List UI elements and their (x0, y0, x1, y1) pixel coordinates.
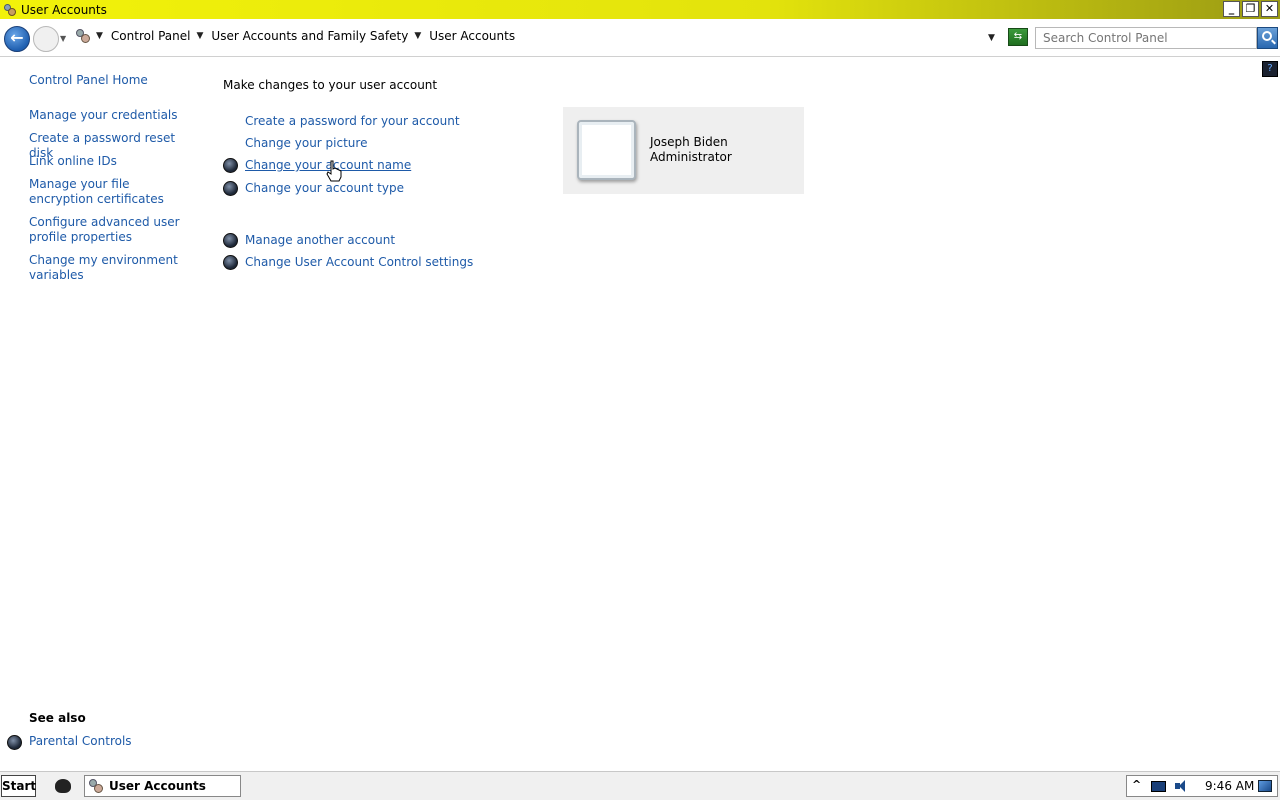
help-icon[interactable]: ? (1262, 61, 1278, 77)
user-accounts-icon (3, 3, 17, 17)
breadcrumb-user-accounts-family-safety[interactable]: User Accounts and Family Safety (211, 29, 408, 43)
title-bar: User Accounts _ ❐ ✕ (0, 0, 1280, 19)
system-tray: ^ 9:46 AM (1126, 775, 1278, 797)
window-title: User Accounts (21, 2, 107, 17)
forward-button[interactable] (33, 26, 59, 52)
account-role: Administrator (650, 150, 732, 164)
back-button[interactable]: ← (4, 26, 30, 52)
volume-icon[interactable] (1174, 779, 1188, 793)
control-panel-home-link[interactable]: Control Panel Home (29, 73, 148, 88)
taskbar-button-label: User Accounts (109, 779, 206, 793)
see-also-heading: See also (29, 711, 86, 725)
account-name: Joseph Biden (650, 135, 728, 149)
user-accounts-icon (75, 28, 91, 44)
user-accounts-icon (88, 778, 104, 794)
page-title: Make changes to your user account (223, 78, 438, 92)
uac-shield-icon (223, 158, 238, 173)
address-dropdown-icon[interactable]: ▼ (988, 33, 995, 43)
search-input[interactable] (1035, 27, 1257, 49)
uac-shield-icon (223, 181, 238, 196)
refresh-button[interactable]: ⇆ (1008, 28, 1028, 46)
change-account-type-link[interactable]: Change your account type (245, 181, 404, 195)
breadcrumb: ▼ Control Panel ▼ User Accounts and Fami… (96, 29, 515, 43)
uac-shield-icon (223, 233, 238, 248)
uac-shield-icon (223, 255, 238, 270)
breadcrumb-chevron-icon[interactable]: ▼ (414, 31, 421, 41)
breadcrumb-root-chevron-icon[interactable]: ▼ (96, 31, 103, 41)
manage-another-account-link[interactable]: Manage another account (245, 233, 395, 247)
parental-controls-icon (7, 735, 22, 750)
taskbar: Start User Accounts ^ 9:46 AM (0, 771, 1280, 800)
file-encryption-certificates-link[interactable]: Manage your file encryption certificates (29, 177, 189, 207)
close-button[interactable]: ✕ (1261, 1, 1278, 17)
show-hidden-icon[interactable]: ^ (1132, 778, 1141, 791)
search-icon[interactable] (1257, 27, 1278, 49)
account-card: Joseph Biden Administrator (563, 107, 804, 194)
breadcrumb-chevron-icon[interactable]: ▼ (197, 31, 204, 41)
link-online-ids-link[interactable]: Link online IDs (29, 154, 189, 169)
parental-controls-link[interactable]: Parental Controls (29, 734, 132, 749)
quick-launch-icon[interactable] (55, 779, 71, 793)
account-picture[interactable] (577, 120, 636, 180)
create-password-link[interactable]: Create a password for your account (245, 114, 460, 128)
action-center-flag-icon[interactable] (1258, 780, 1272, 792)
taskbar-user-accounts-button[interactable]: User Accounts (84, 775, 241, 797)
address-bar: ← ▼ ▼ Control Panel ▼ User Accounts and … (0, 19, 1280, 57)
start-button[interactable]: Start (1, 775, 36, 797)
minimize-button[interactable]: _ (1223, 1, 1240, 17)
breadcrumb-user-accounts[interactable]: User Accounts (429, 29, 515, 43)
network-icon[interactable] (1151, 781, 1166, 792)
breadcrumb-control-panel[interactable]: Control Panel (111, 29, 191, 43)
change-picture-link[interactable]: Change your picture (245, 136, 367, 150)
manage-credentials-link[interactable]: Manage your credentials (29, 108, 189, 123)
restore-button[interactable]: ❐ (1242, 1, 1259, 17)
recent-pages-dropdown[interactable]: ▼ (60, 34, 66, 43)
environment-variables-link[interactable]: Change my environment variables (29, 253, 189, 283)
hand-cursor-icon (326, 160, 342, 182)
clock[interactable]: 9:46 AM (1205, 779, 1254, 793)
advanced-profile-properties-link[interactable]: Configure advanced user profile properti… (29, 215, 189, 245)
uac-settings-link[interactable]: Change User Account Control settings (245, 255, 473, 269)
